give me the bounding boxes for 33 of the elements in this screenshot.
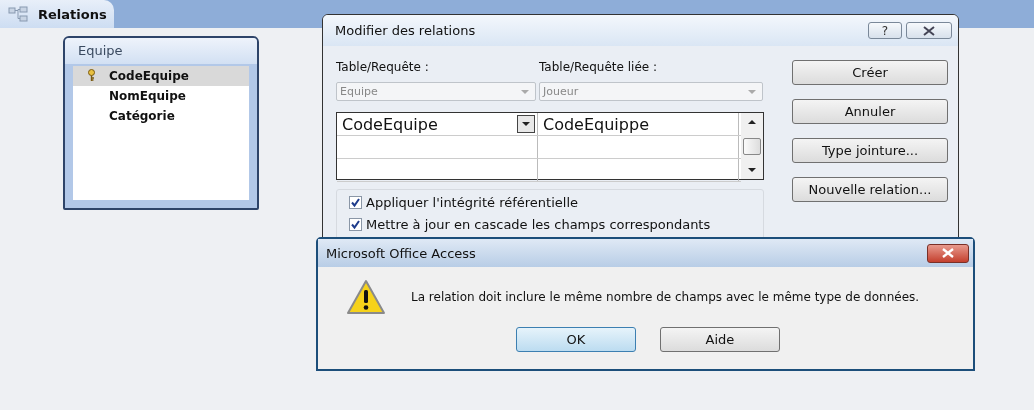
dialog-button[interactable]: Nouvelle relation... xyxy=(792,177,948,202)
close-icon xyxy=(922,25,936,36)
dialog-button[interactable]: Annuler xyxy=(792,99,948,124)
field-cell[interactable]: CodeEquipe xyxy=(337,113,538,135)
checkbox[interactable] xyxy=(349,195,362,209)
table-window[interactable]: Equipe CodeEquipe NomEquipe Catégorie xyxy=(63,36,259,210)
scrollbar[interactable] xyxy=(741,113,763,179)
dialog-button[interactable]: OK xyxy=(516,327,636,352)
close-button[interactable] xyxy=(927,243,969,263)
table-label: Table/Requête : xyxy=(336,60,430,75)
warning-icon xyxy=(346,279,386,315)
dialog-button[interactable]: Type jointure... xyxy=(792,138,948,163)
checkbox[interactable] xyxy=(349,217,362,231)
close-icon xyxy=(941,248,955,258)
message-text: La relation doit inclure le même nombre de champs avec le même type de données. xyxy=(411,290,920,304)
option-label: Appliquer l'intégrité référentielle xyxy=(366,194,578,210)
dropdown-button[interactable] xyxy=(517,115,535,133)
relations-tab[interactable]: Relations xyxy=(0,0,114,28)
related-field-cell[interactable]: CodeEquippe xyxy=(538,113,739,135)
related-table-label: Table/Requête liée : xyxy=(539,60,659,75)
close-button[interactable] xyxy=(906,22,952,39)
relationship-icon xyxy=(8,6,28,22)
message-box-title: Microsoft Office Access xyxy=(326,245,476,261)
help-button[interactable]: ? xyxy=(868,22,902,39)
table-title: Equipe xyxy=(65,38,257,64)
dialog-button[interactable]: Aide xyxy=(660,327,780,352)
option-label: Mettre à jour en cascade les champs correspondants xyxy=(366,216,711,232)
field-item[interactable]: Catégorie xyxy=(73,106,249,126)
dialog-button[interactable]: Créer xyxy=(792,60,948,85)
field-item[interactable]: CodeEquipe xyxy=(73,66,249,86)
dialog-title: Modifier des relations xyxy=(335,23,476,38)
key-icon xyxy=(87,69,96,82)
field-item[interactable]: NomEquipe xyxy=(73,86,249,106)
